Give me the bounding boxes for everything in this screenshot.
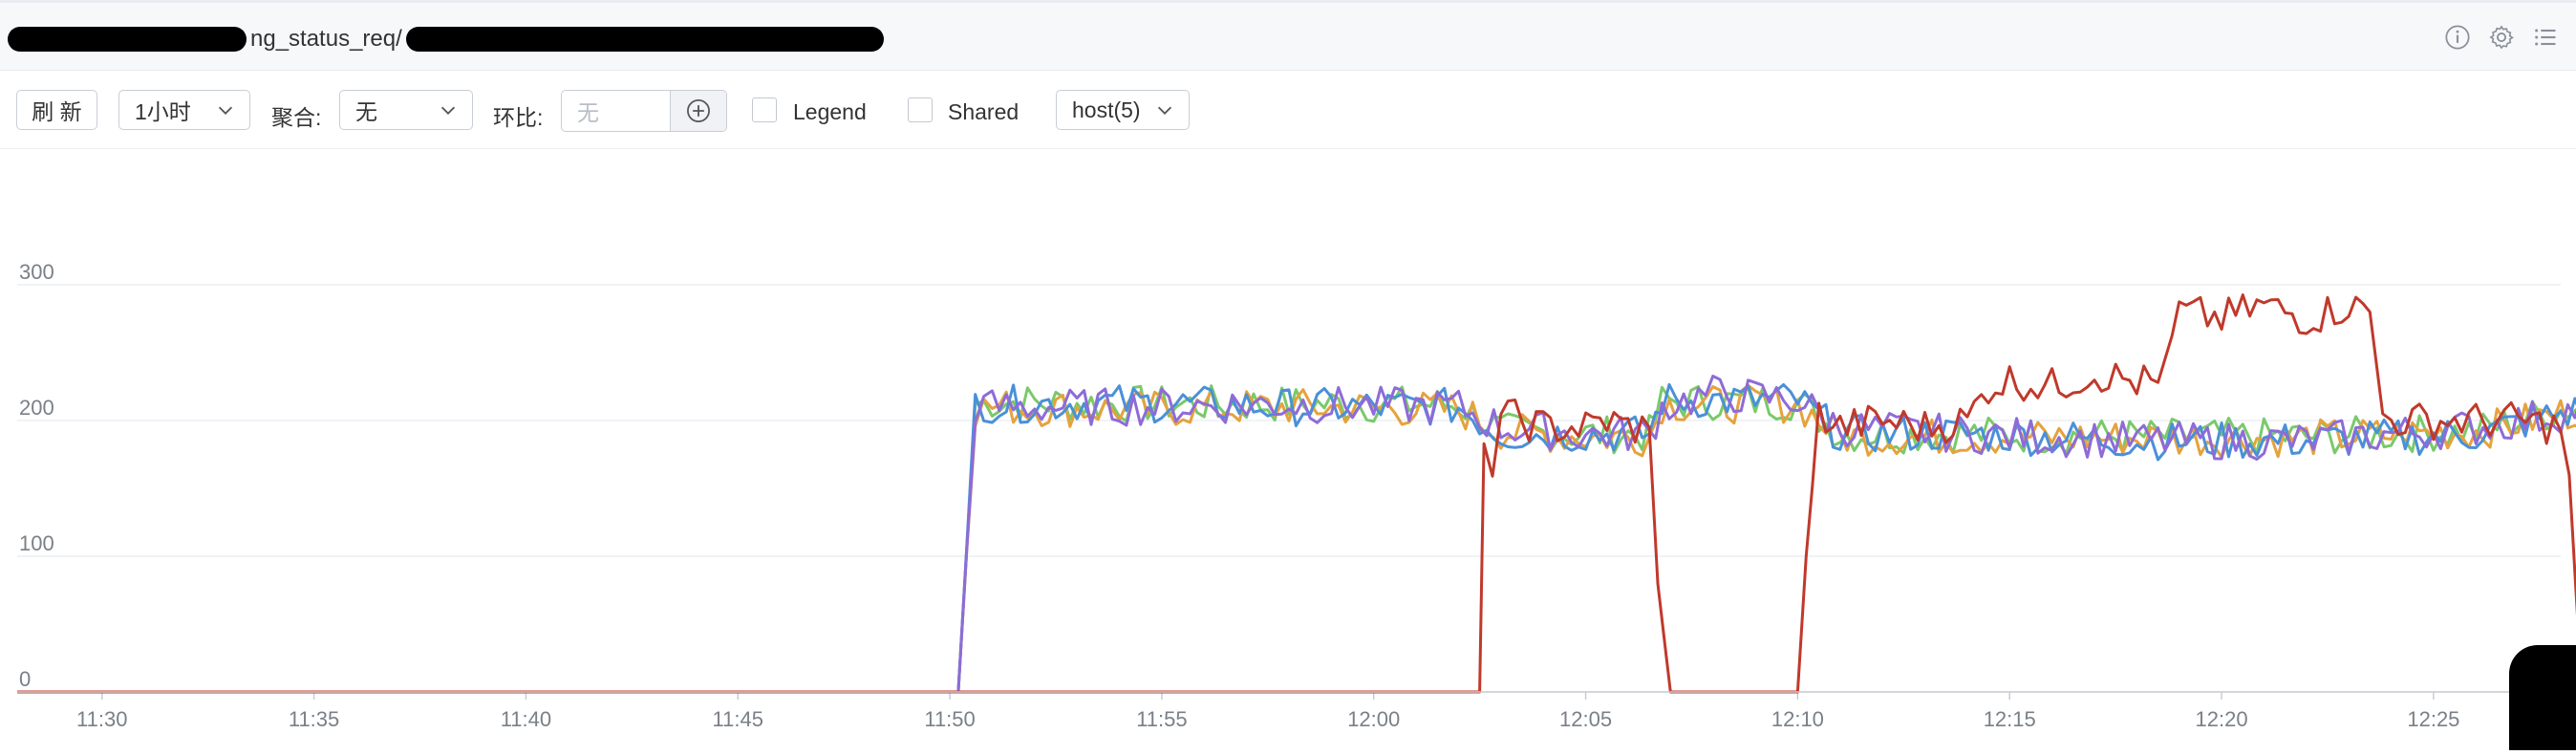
aggregate-value: 无 [355, 99, 377, 124]
panel-title: ng_status_req/ [8, 20, 884, 58]
gear-icon[interactable] [2488, 24, 2515, 51]
line-chart[interactable]: 0 100 200 300 11:30 11:35 11:40 11:45 11:50 11:55… [0, 149, 2576, 750]
add-compare-button[interactable] [670, 91, 726, 131]
series-line[interactable] [17, 383, 2576, 694]
host-select[interactable]: host(5) [1056, 90, 1190, 130]
x-tick-label: 12:20 [2196, 707, 2248, 731]
y-tick-label: 0 [19, 667, 31, 691]
time-range-value: 1小时 [135, 99, 191, 124]
panel-header: ng_status_req/ [0, 0, 2576, 71]
info-icon[interactable] [2444, 24, 2471, 51]
y-tick-label: 300 [19, 260, 54, 284]
x-tick-label: 12:00 [1347, 707, 1400, 731]
y-tick-label: 100 [19, 531, 54, 555]
host-select-value: host(5) [1072, 97, 1141, 122]
time-range-select[interactable]: 1小时 [118, 90, 250, 130]
x-tick-label: 11:40 [501, 707, 551, 731]
legend-checkbox[interactable] [752, 97, 777, 122]
refresh-button[interactable]: 刷 新 [16, 90, 97, 130]
redacted-block [2509, 645, 2576, 750]
legend-label: Legend [793, 99, 867, 124]
list-icon[interactable] [2532, 24, 2559, 51]
aggregate-select[interactable]: 无 [339, 90, 473, 130]
x-tick-label: 12:10 [1771, 707, 1824, 731]
chart-area[interactable]: 0 100 200 300 11:30 11:35 11:40 11:45 11:50 11:55… [0, 149, 2576, 750]
x-tick-label: 12:25 [2407, 707, 2459, 731]
shared-label: Shared [948, 99, 1020, 124]
y-tick-label: 200 [19, 396, 54, 420]
compare-input[interactable]: 无 [561, 90, 727, 132]
x-tick-label: 12:05 [1559, 707, 1612, 731]
header-icons [2444, 24, 2559, 51]
chevron-down-icon [218, 106, 233, 115]
redacted-block [8, 27, 247, 52]
toolbar: 刷 新 1小时 聚合: 无 环比: 无 Legend Shared host(5… [0, 71, 2576, 149]
redacted-block [405, 27, 884, 52]
series-line[interactable] [17, 293, 2576, 694]
compare-placeholder[interactable]: 无 [562, 91, 670, 131]
x-tick-label: 11:30 [76, 707, 127, 731]
shared-checkbox[interactable] [908, 97, 933, 122]
compare-label: 环比: [493, 105, 544, 130]
chevron-down-icon [440, 106, 456, 115]
x-tick-label: 11:35 [289, 707, 339, 731]
x-tick-label: 11:50 [924, 707, 975, 731]
x-tick-label: 11:45 [713, 707, 763, 731]
plus-circle-icon [687, 99, 710, 122]
aggregate-label: 聚合: [271, 105, 322, 130]
x-tick-label: 11:55 [1136, 707, 1187, 731]
x-tick-label: 12:15 [1984, 707, 2036, 731]
chevron-down-icon [1157, 106, 1172, 115]
panel-title-text: ng_status_req/ [250, 26, 402, 52]
